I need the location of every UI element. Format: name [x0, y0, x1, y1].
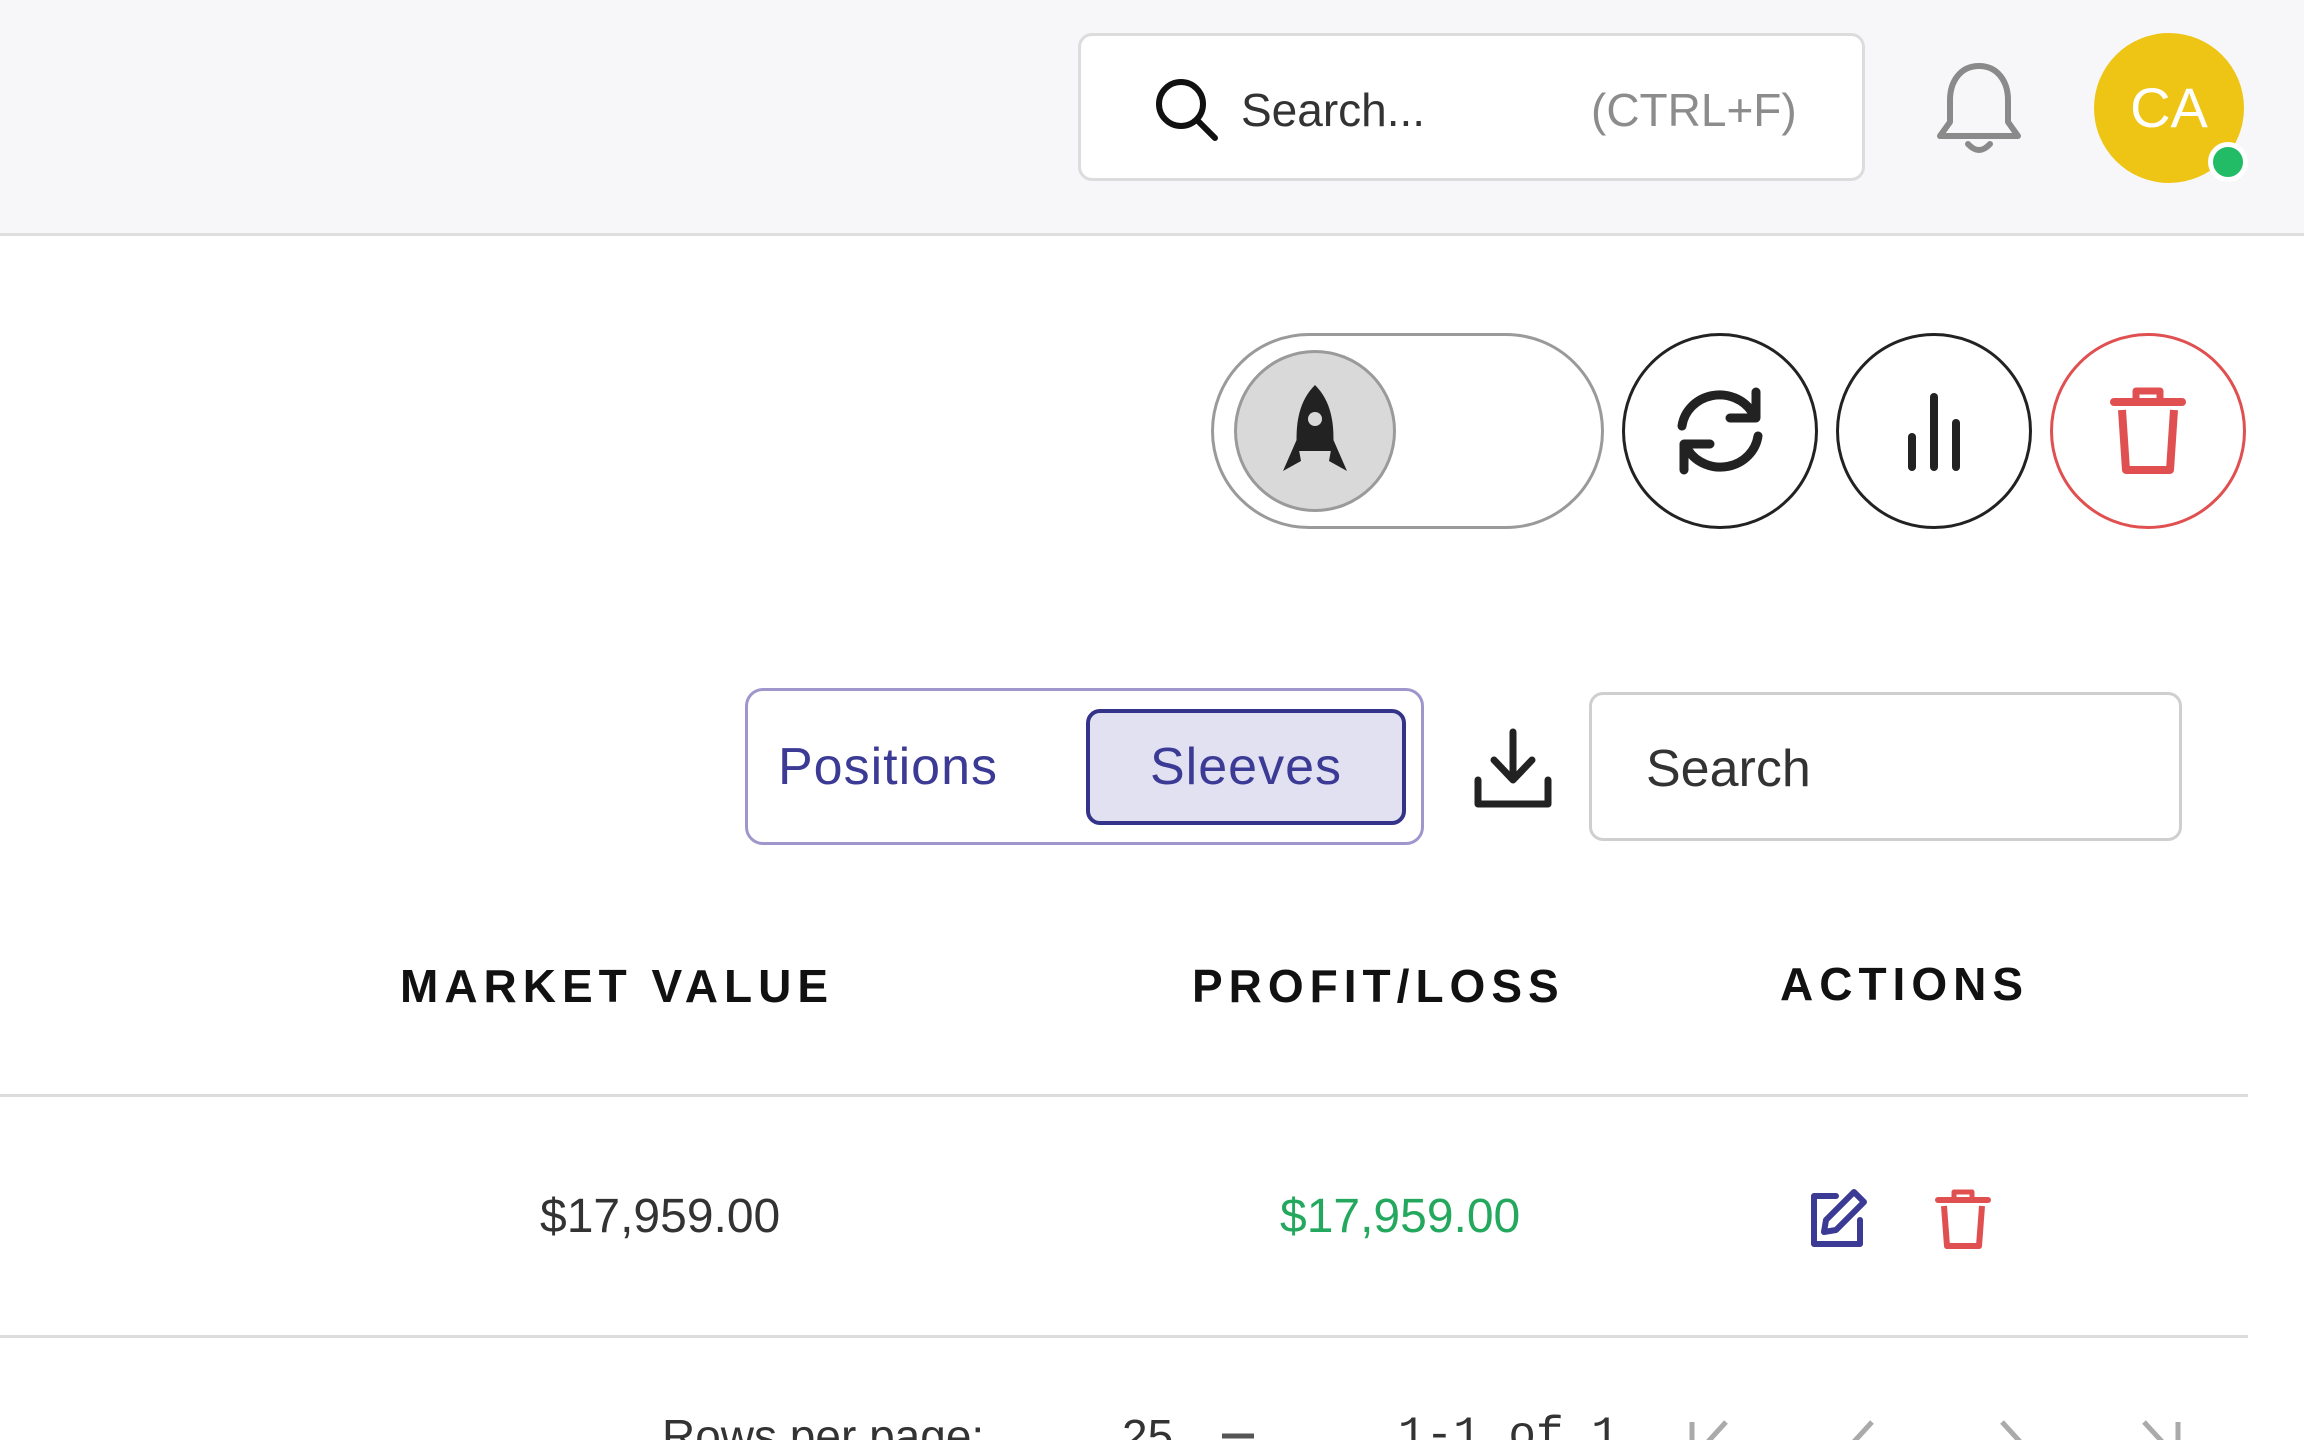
- pagination-range: 1-1 of 1: [1398, 1410, 1619, 1440]
- refresh-icon: [1677, 387, 1763, 475]
- search-placeholder: Search...: [1241, 84, 1426, 136]
- rows-per-page-select[interactable]: 25: [1122, 1408, 1173, 1440]
- table-search-input[interactable]: Search: [1589, 692, 2182, 841]
- tab-sleeves[interactable]: Sleeves: [1086, 709, 1406, 825]
- delete-button[interactable]: [2050, 333, 2246, 529]
- edit-icon[interactable]: [1806, 1188, 1868, 1250]
- global-search-input[interactable]: Search... (CTRL+F): [1078, 33, 1865, 181]
- search-shortcut-hint: (CTRL+F): [1591, 84, 1797, 136]
- cell-market-value: $17,959.00: [540, 1190, 781, 1243]
- cell-profit-loss: $17,959.00: [1280, 1190, 1521, 1243]
- table-header-divider: [0, 1094, 2248, 1097]
- first-page-icon[interactable]: [1680, 1416, 1740, 1440]
- bar-chart-icon: [1908, 393, 1960, 471]
- rocket-toggle-switch[interactable]: [1211, 333, 1604, 529]
- table-row-divider: [0, 1335, 2248, 1338]
- chevron-down-icon[interactable]: [1218, 1422, 1258, 1440]
- search-icon: [1156, 79, 1218, 141]
- tab-positions[interactable]: Positions: [778, 735, 998, 799]
- trash-icon: [2110, 387, 2186, 474]
- online-status-indicator: [2208, 142, 2248, 182]
- download-icon[interactable]: [1470, 726, 1556, 812]
- column-header-market-value[interactable]: MARKET VALUE: [400, 958, 834, 1014]
- previous-page-icon[interactable]: [1830, 1416, 1890, 1440]
- notifications-bell-icon[interactable]: [1934, 58, 2024, 158]
- column-header-profit-loss[interactable]: PROFIT/LOSS: [1192, 958, 1565, 1014]
- view-switch: Positions Sleeves: [745, 688, 1424, 845]
- rocket-icon: [1283, 385, 1347, 471]
- chart-button[interactable]: [1836, 333, 2032, 529]
- table-search-placeholder: Search: [1646, 740, 1811, 798]
- next-page-icon[interactable]: [1984, 1416, 2044, 1440]
- row-delete-icon[interactable]: [1934, 1188, 1992, 1250]
- rows-per-page-label: Rows per page:: [662, 1410, 985, 1440]
- column-header-actions: ACTIONS: [1780, 958, 2029, 1010]
- refresh-button[interactable]: [1622, 333, 1818, 529]
- last-page-icon[interactable]: [2130, 1416, 2190, 1440]
- toggle-knob: [1234, 350, 1396, 512]
